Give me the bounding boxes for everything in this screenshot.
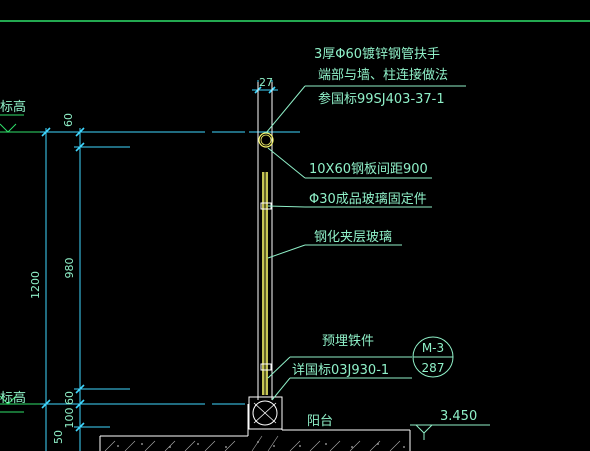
dim-60-top: 60 [62, 113, 75, 127]
bubble-top-text: M-3 [422, 341, 444, 355]
annotation-detail-reference: 详国标03J930-1 [292, 363, 389, 378]
dim-50: 50 [52, 430, 65, 444]
drawing-background [0, 0, 590, 451]
balcony-label: 阳台 [307, 414, 333, 429]
dim-60-bottom: 60 [63, 391, 76, 405]
annotation-glass-fixing: Φ30成品玻璃固定件 [309, 192, 427, 207]
annotation-laminated-glass: 钢化夹层玻璃 [314, 230, 392, 245]
dim-100: 100 [63, 408, 76, 429]
elevation-value: 3.450 [440, 409, 477, 424]
annotation-embedded-parts: 预埋铁件 [322, 334, 374, 349]
dim-27: 27 [259, 76, 273, 89]
annotation-steel-plate: 10X60钢板间距900 [309, 162, 428, 177]
level-label-top: 标高 [0, 99, 26, 115]
annotation-handrail-line3: 参国标99SJ403-37-1 [318, 91, 445, 107]
level-label-bottom: 标高 [0, 390, 26, 406]
annotation-handrail-line1: 3厚Φ60镀锌钢管扶手 [314, 46, 440, 62]
bubble-bottom-text: 287 [422, 361, 445, 375]
dim-1200: 1200 [29, 271, 42, 299]
cad-drawing-canvas[interactable]: 60 980 1200 60 100 50 27 标高 标高 3.450 阳台 … [0, 0, 590, 451]
dim-980: 980 [63, 258, 76, 279]
annotation-handrail-line2: 端部与墙、柱连接做法 [318, 67, 448, 83]
